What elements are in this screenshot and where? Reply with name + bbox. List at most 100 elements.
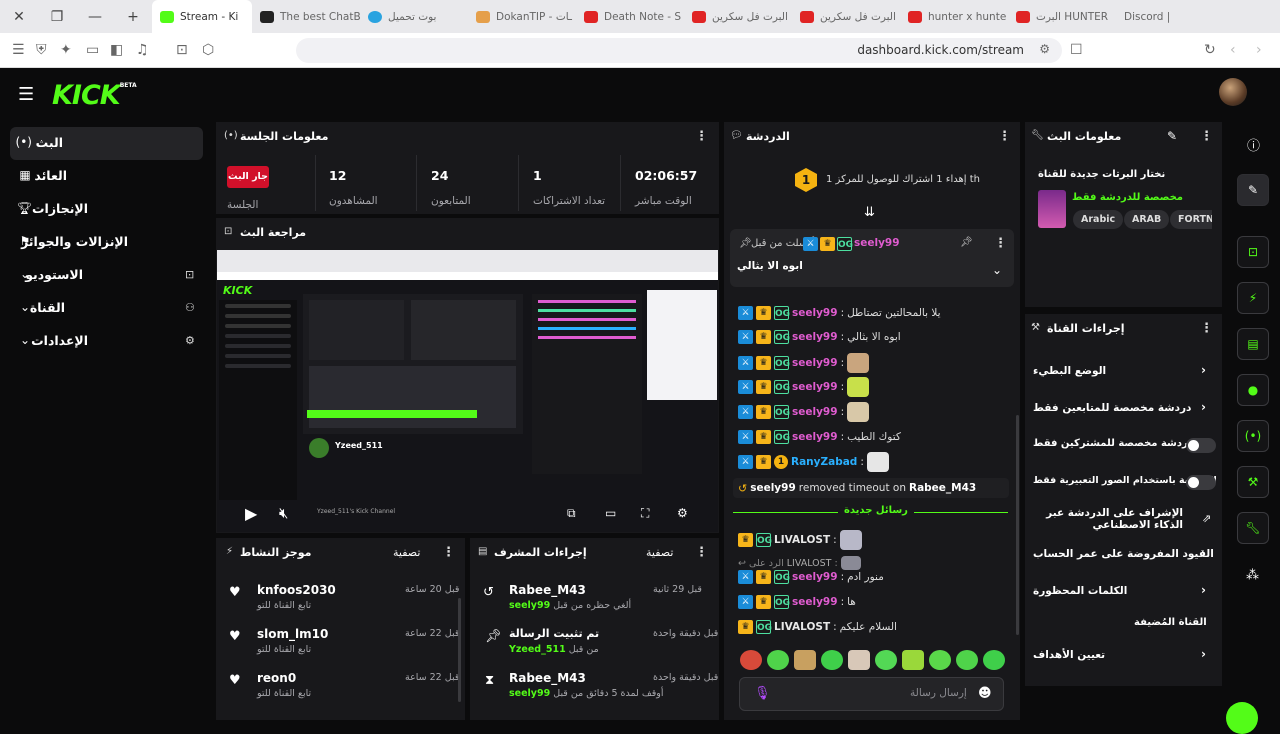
kebab-menu-icon[interactable]: ⋮ xyxy=(1200,321,1213,336)
chevron-down-icon[interactable]: ⌄ xyxy=(992,263,1002,277)
new-tab-icon[interactable]: + xyxy=(114,9,152,25)
shield-icon[interactable]: ⛨ xyxy=(36,42,47,58)
chat-username[interactable]: seely99 xyxy=(792,381,838,393)
chat-username[interactable]: seely99 xyxy=(792,406,838,418)
kebab-menu-icon[interactable]: ⋮ xyxy=(442,545,455,560)
close-window-icon[interactable]: ✕ xyxy=(0,9,38,25)
feed-username[interactable]: slom_lm10 xyxy=(257,627,328,641)
chat-message[interactable]: ⚔ ♛ OG seely99: منور ادم xyxy=(738,567,884,587)
chat-username[interactable]: LIVALOST xyxy=(774,621,830,633)
mod-user[interactable]: seely99 xyxy=(509,600,550,611)
music-icon[interactable]: ♫ xyxy=(136,42,149,58)
chat-message[interactable]: ⚔ ♛ OG seely99: ابوه الا بثالي xyxy=(738,327,901,347)
sidebar-item-broadcast[interactable]: البث (•) xyxy=(10,127,203,160)
kebab-menu-icon[interactable]: ⋮ xyxy=(695,545,708,560)
filter-button[interactable]: تصفية xyxy=(393,546,420,559)
microphone-icon[interactable]: 🎙︎ xyxy=(754,686,771,701)
chat-message[interactable]: ♛ OG LIVALOST: xyxy=(738,530,862,550)
pin-icon[interactable]: ✦ xyxy=(60,42,72,58)
chat-message[interactable]: ⚔ ♛ OG seely99: يلا بالمحالتين تصتاطل xyxy=(738,303,941,323)
refresh-icon[interactable]: ↻ xyxy=(1204,42,1216,58)
chevron-right-icon[interactable]: › xyxy=(1201,546,1206,560)
theater-icon[interactable]: ▭ xyxy=(605,506,616,520)
tag-pill[interactable]: FORTN xyxy=(1170,210,1212,229)
emote-icon[interactable] xyxy=(929,650,951,670)
menu-icon[interactable]: ☰ xyxy=(18,84,34,105)
settings-icon[interactable]: ⚙ xyxy=(677,506,688,520)
emoji-icon[interactable]: ☻ xyxy=(978,686,992,701)
play-icon[interactable]: ▶ xyxy=(245,504,257,523)
sidebar-item-channel[interactable]: القناة ⌄ ⚇ xyxy=(10,292,203,325)
chat-message[interactable]: ⚔ ♛ 1 RanyZabad: xyxy=(738,452,889,472)
hamburger-menu-icon[interactable]: ☰ xyxy=(12,42,25,58)
scrollbar[interactable] xyxy=(458,598,461,702)
chevron-right-icon[interactable]: › xyxy=(1201,647,1206,661)
browser-tab[interactable]: Stream - Ki xyxy=(152,0,252,33)
edit-layout-button[interactable]: ✎ xyxy=(1237,174,1269,206)
browser-tab[interactable]: The best ChatB xyxy=(252,0,360,33)
filter-button[interactable]: تصفية xyxy=(646,546,673,559)
chat-username[interactable]: RanyZabad xyxy=(791,456,857,468)
tag-pill[interactable]: ARAB xyxy=(1124,210,1170,229)
edit-icon[interactable]: ✎ xyxy=(1167,129,1177,143)
chat-message[interactable]: ⚔ ♛ OG seely99: xyxy=(738,377,870,397)
browser-tab[interactable]: hunter x hunte xyxy=(900,0,1008,33)
browser-tab[interactable]: Death Note - S xyxy=(576,0,684,33)
browser-tab[interactable]: Discord | xyxy=(1116,0,1196,33)
system-user[interactable]: seely99 xyxy=(750,482,796,494)
channel-actions-toggle-button[interactable]: ⚒ xyxy=(1237,466,1269,498)
extensions-icon[interactable]: ⬡ xyxy=(202,42,214,58)
emote-icon[interactable] xyxy=(740,650,762,670)
sidebar-item-settings[interactable]: الإعدادات ⌄ ⚙ xyxy=(10,325,203,358)
chat-username[interactable]: seely99 xyxy=(792,431,838,443)
add-widget-icon[interactable]: ⁂ xyxy=(1246,568,1259,583)
browser-tab[interactable]: البرت فل سكرين xyxy=(792,0,900,33)
chat-message[interactable]: ⚔ ♛ OG seely99: xyxy=(738,353,870,373)
activity-toggle-button[interactable]: ⚡︎ xyxy=(1237,282,1269,314)
browser-tab[interactable]: بوت تحميل xyxy=(360,0,468,33)
scroll-down-icon[interactable]: ⇊ xyxy=(864,205,875,220)
chat-username[interactable]: seely99 xyxy=(792,571,838,583)
sidebar-item-achievements[interactable]: الإنجازات 🏆︎ xyxy=(10,193,203,226)
chat-message[interactable]: ♛ OG LIVALOST: السلام عليكم xyxy=(738,617,897,637)
chat-message[interactable]: ⚔ ♛ OG seely99: xyxy=(738,402,870,422)
minimize-window-icon[interactable]: — xyxy=(76,9,114,25)
chevron-right-icon[interactable]: › xyxy=(1201,400,1206,414)
info-icon[interactable]: ⓘ xyxy=(1247,135,1260,154)
chat-toggle-button[interactable]: ● xyxy=(1237,374,1269,406)
emote-icon[interactable] xyxy=(794,650,816,670)
feed-username[interactable]: knfoos2030 xyxy=(257,583,336,597)
kebab-menu-icon[interactable]: ⋮ xyxy=(994,236,1007,251)
session-toggle-button[interactable]: (•) xyxy=(1237,420,1269,452)
sidebar-item-drops[interactable]: الإنزالات والجوائز ⚑ xyxy=(10,226,203,259)
bookmark-icon[interactable]: ☐ xyxy=(1070,42,1083,58)
preview-toggle-button[interactable]: ⊡ xyxy=(1237,236,1269,268)
help-button[interactable] xyxy=(1226,702,1258,734)
chat-scrollbar[interactable] xyxy=(1016,415,1019,635)
browser-tab[interactable]: DokanTIP - ـات xyxy=(468,0,576,33)
sidebar-item-studio[interactable]: الاستوديو ⌄ ⊡ xyxy=(10,259,203,292)
mod-actions-toggle-button[interactable]: ▤ xyxy=(1237,328,1269,360)
emote-icon[interactable] xyxy=(821,650,843,670)
kebab-menu-icon[interactable]: ⋮ xyxy=(1200,129,1213,144)
pinned-username[interactable]: seely99 xyxy=(854,237,900,249)
chat-username[interactable]: seely99 xyxy=(792,596,838,608)
emote-icon[interactable] xyxy=(902,650,924,670)
avatar[interactable] xyxy=(1219,78,1247,106)
kebab-menu-icon[interactable]: ⋮ xyxy=(695,129,708,144)
chat-username[interactable]: LIVALOST xyxy=(774,534,830,546)
chevron-right-icon[interactable]: › xyxy=(1201,363,1206,377)
chat-username[interactable]: seely99 xyxy=(792,357,838,369)
tag-pill[interactable]: Arabic xyxy=(1073,210,1124,229)
mod-user[interactable]: seely99 xyxy=(509,688,550,699)
chat-message[interactable]: ⚔ ♛ OG seely99: ها xyxy=(738,592,856,612)
forward-icon[interactable]: › xyxy=(1256,42,1262,58)
sidebar-item-revenue[interactable]: العائد ▦ xyxy=(10,160,203,193)
site-settings-icon[interactable]: ⚙ xyxy=(1039,42,1050,56)
system-target[interactable]: Rabee_M43 xyxy=(909,482,976,494)
emote-icon[interactable] xyxy=(767,650,789,670)
emote-only-toggle[interactable] xyxy=(1186,475,1216,490)
address-bar[interactable]: dashboard.kick.com/stream ⚙ xyxy=(296,38,1062,63)
tabs-icon[interactable]: ▭ xyxy=(86,42,99,58)
browser-tab[interactable]: البرت فل سكرين xyxy=(684,0,792,33)
